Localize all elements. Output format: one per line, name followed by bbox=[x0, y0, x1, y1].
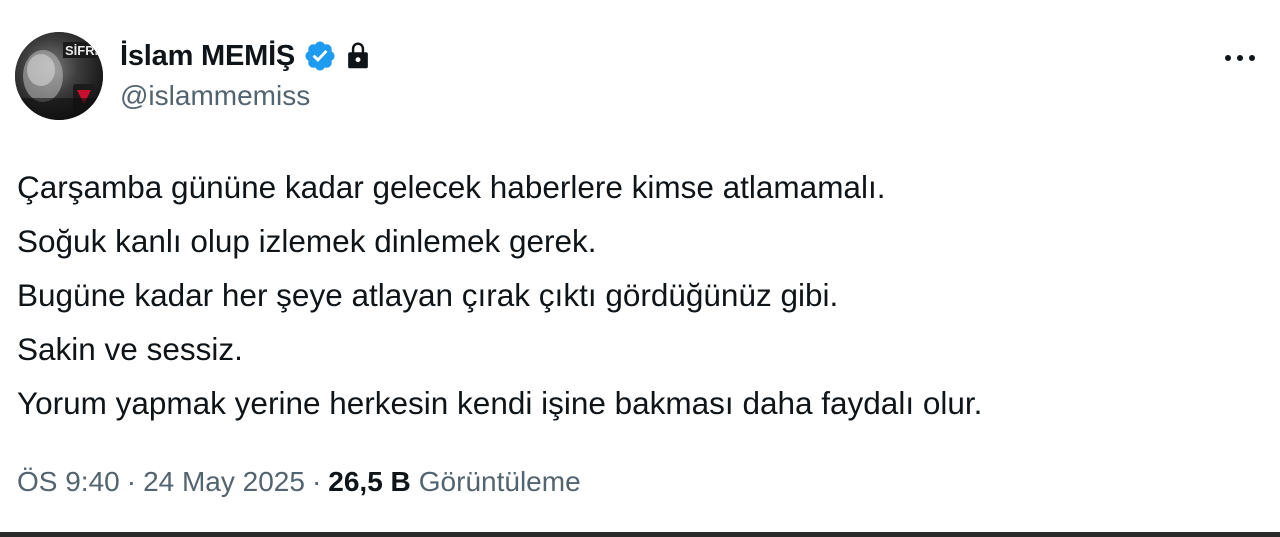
svg-text:SİFRE: SİFRE bbox=[65, 43, 103, 58]
lock-icon bbox=[343, 40, 373, 72]
tweet-time[interactable]: ÖS 9:40 bbox=[17, 466, 120, 498]
tweet-line: Sakin ve sessiz. bbox=[17, 331, 243, 367]
meta-separator: · bbox=[311, 466, 322, 497]
tweet-line: Yorum yapmak yerine herkesin kendi işine… bbox=[17, 385, 983, 421]
verified-badge-icon[interactable] bbox=[303, 39, 337, 73]
views-label: Görüntüleme bbox=[418, 466, 581, 497]
tweet-line: Bugüne kadar her şeye atlayan çırak çıkt… bbox=[17, 277, 839, 313]
more-options-icon bbox=[1225, 55, 1255, 61]
tweet-card: SİFRE İslam MEMİŞ @islammemiss Çarşamba … bbox=[0, 0, 1280, 537]
author-handle[interactable]: @islammemiss bbox=[120, 80, 310, 112]
meta-separator: · bbox=[126, 466, 137, 497]
author-name-row: İslam MEMİŞ bbox=[120, 33, 373, 79]
bottom-border bbox=[0, 532, 1280, 537]
tweet-meta: ÖS 9:40 · 24 May 2025 · 26,5 B Görüntüle… bbox=[17, 460, 581, 504]
avatar[interactable]: SİFRE bbox=[15, 32, 103, 120]
avatar-image: SİFRE bbox=[15, 32, 103, 120]
tweet-text: Çarşamba gününe kadar gelecek haberlere … bbox=[17, 160, 1257, 430]
tweet-line: Çarşamba gününe kadar gelecek haberlere … bbox=[17, 169, 886, 205]
tweet-date[interactable]: 24 May 2025 bbox=[143, 466, 305, 498]
tweet-line: Soğuk kanlı olup izlemek dinlemek gerek. bbox=[17, 223, 597, 259]
more-options-button[interactable] bbox=[1218, 40, 1262, 76]
views-count[interactable]: 26,5 B bbox=[328, 466, 411, 498]
author-display-name[interactable]: İslam MEMİŞ bbox=[120, 40, 295, 73]
